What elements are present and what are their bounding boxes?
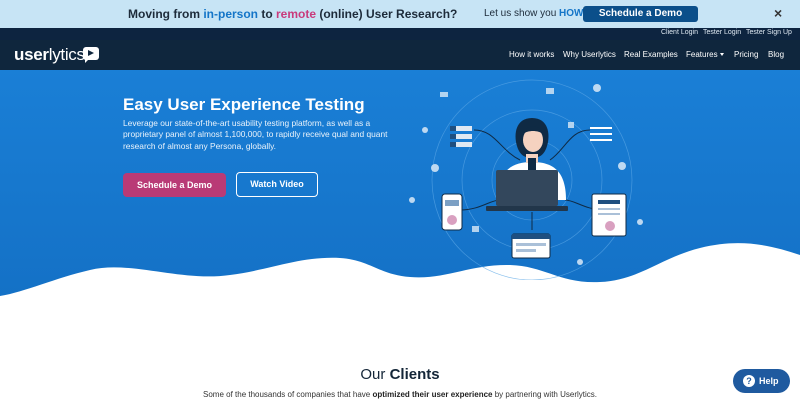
main-nav: userlytics How it works Why Userlytics R… [0,40,800,70]
chevron-down-icon [719,53,724,57]
hero-illustration [409,79,643,280]
promo-cta-text: Let us show you HOW! [484,8,587,19]
promo-in-person: in-person [203,7,258,21]
clients-title: Our Clients [360,366,440,383]
client-login-link[interactable]: Client Login [661,29,698,36]
laptop-screen [496,170,558,206]
menu-icon [590,127,612,141]
clients-subtitle: Some of the thousands of companies that … [203,390,597,399]
nav-blog[interactable]: Blog [768,50,784,59]
nav-why-userlytics[interactable]: Why Userlytics [563,50,616,59]
schedule-demo-button[interactable]: Schedule a Demo [123,173,226,197]
nav-pricing[interactable]: Pricing [734,50,758,59]
tester-sign-up-link[interactable]: Tester Sign Up [746,29,792,36]
nav-how-it-works[interactable]: How it works [509,50,554,59]
nav-features[interactable]: Features [686,50,724,59]
promo-schedule-demo-button[interactable]: Schedule a Demo [583,6,698,22]
hero-description: Leverage our state-of-the-art usability … [123,118,388,151]
close-icon[interactable]: × [774,6,782,20]
promo-remote: remote [276,7,317,21]
help-label: Help [759,376,779,386]
document-icon [591,193,627,237]
tester-login-link[interactable]: Tester Login [703,29,741,36]
promo-message: Moving from in-person to remote (online)… [128,7,458,21]
phone-icon [441,193,463,231]
nav-real-examples[interactable]: Real Examples [624,50,678,59]
utility-bar: Client Login Tester Login Tester Sign Up [0,28,800,40]
watch-video-button[interactable]: Watch Video [236,172,318,197]
list-icon [450,126,472,147]
promo-banner: Moving from in-person to remote (online)… [0,0,800,28]
userlytics-logo[interactable]: userlytics [14,45,85,65]
help-button[interactable]: ? Help [733,369,790,393]
browser-window-icon [511,233,551,259]
hero-title: Easy User Experience Testing [123,95,365,114]
question-icon: ? [743,375,755,387]
play-icon [83,47,99,63]
